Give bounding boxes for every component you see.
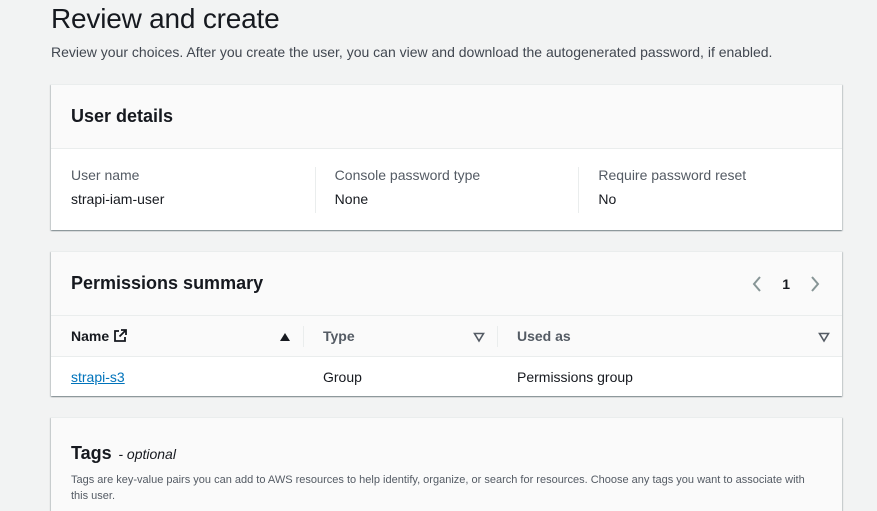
column-header-label: Used as xyxy=(517,328,571,344)
tags-heading: Tags - optional xyxy=(71,438,822,466)
column-header-label: Name xyxy=(71,328,110,344)
permissions-header: Permissions summary 1 xyxy=(51,252,842,316)
external-link-icon[interactable] xyxy=(113,329,128,343)
tags-optional-label: - optional xyxy=(118,446,176,462)
user-details-title: User details xyxy=(71,106,174,126)
sort-descending-icon xyxy=(473,330,485,343)
cell-type: Group xyxy=(323,369,362,385)
field-value: None xyxy=(334,191,369,207)
tags-description: Tags are key-value pairs you can add to … xyxy=(71,474,805,502)
tags-header: Tags - optional Tags are key-value pairs… xyxy=(51,418,842,511)
field-label: Require password reset xyxy=(598,167,747,183)
pagination: 1 xyxy=(750,275,822,293)
sort-descending-icon xyxy=(818,330,830,343)
review-and-create-page: Review and create Review your choices. A… xyxy=(0,0,877,511)
cell-used-as: Permissions group xyxy=(517,369,633,385)
tags-title: Tags xyxy=(71,443,112,463)
chevron-right-icon[interactable] xyxy=(808,275,822,293)
user-details-header: User details xyxy=(51,85,842,149)
cell-name: strapi-s3 xyxy=(51,369,303,385)
group-link[interactable]: strapi-s3 xyxy=(71,369,125,385)
field-user-name: User name strapi-iam-user xyxy=(51,165,315,213)
user-details-card: User details User name strapi-iam-user C… xyxy=(51,84,842,230)
page-description: Review your choices. After you create th… xyxy=(51,44,773,60)
permissions-summary-card: Permissions summary 1 Name Type Used as … xyxy=(51,251,842,396)
sort-ascending-icon xyxy=(279,330,291,342)
field-value: strapi-iam-user xyxy=(71,191,165,207)
column-header-name[interactable]: Name xyxy=(51,316,303,357)
user-details-fields: User name strapi-iam-user Console passwo… xyxy=(51,149,842,213)
chevron-left-icon[interactable] xyxy=(750,275,764,293)
table-row: strapi-s3 Group Permissions group xyxy=(51,357,842,397)
permissions-title: Permissions summary xyxy=(71,273,264,293)
page-title: Review and create xyxy=(51,3,280,34)
field-label: User name xyxy=(71,167,140,183)
column-header-label: Type xyxy=(323,328,355,344)
field-require-password-reset: Require password reset No xyxy=(578,165,842,213)
field-value: No xyxy=(598,191,617,207)
column-header-type[interactable]: Type xyxy=(303,316,497,357)
permissions-table-header: Name Type Used as xyxy=(51,316,842,357)
field-label: Console password type xyxy=(334,167,481,183)
tags-card: Tags - optional Tags are key-value pairs… xyxy=(51,417,842,511)
field-console-password-type: Console password type None xyxy=(314,165,579,213)
current-page-number[interactable]: 1 xyxy=(782,276,790,292)
column-header-used-as[interactable]: Used as xyxy=(497,316,842,357)
